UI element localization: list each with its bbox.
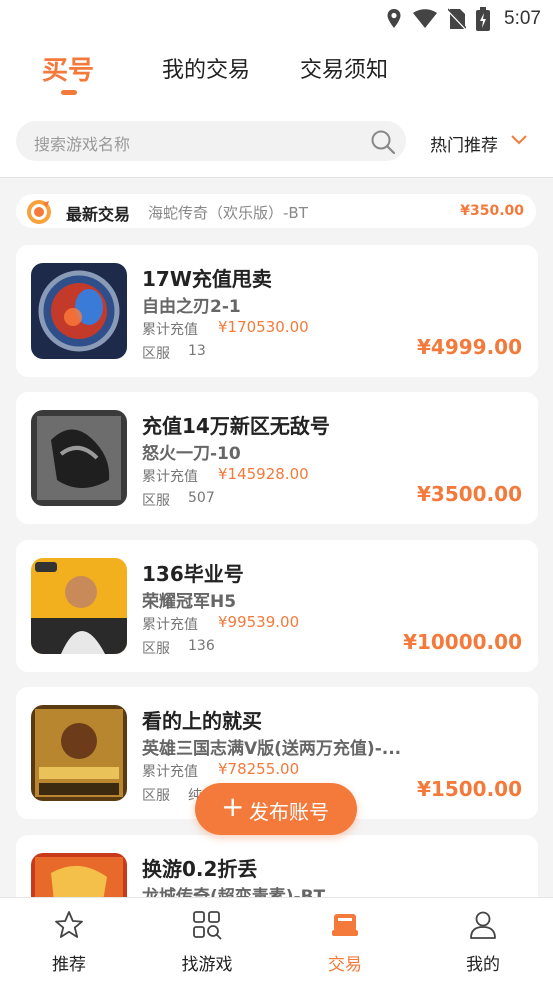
bottom-nav: 推荐 找游戏 交易 我的 [0,897,553,984]
listing-price: ¥4999.00 [416,335,522,359]
game-thumbnail [31,263,127,359]
status-icons: 5:07 [386,7,541,31]
charge-label: 累计充值 [142,764,198,780]
listing-card[interactable]: 17W充值甩卖 自由之刃2-1 累计充值 ¥170530.00 区服 13 ¥4… [16,245,538,377]
publish-account-button[interactable]: + 发布账号 [195,783,357,835]
nav-label: 推荐 [52,955,86,975]
search-icon[interactable] [370,129,396,155]
nav-label: 找游戏 [181,955,233,975]
latest-trade-ticker[interactable]: 最新交易 海蛇传奇（欢乐版）-BT ¥350.00 [16,194,536,228]
listing-card[interactable]: 136毕业号 荣耀冠军H5 累计充值 ¥99539.00 区服 136 ¥100… [16,540,538,672]
server-label: 区服 [142,788,170,804]
nav-label: 我的 [466,955,500,975]
plus-icon: + [221,790,245,823]
trade-icon [332,914,358,936]
listing-game: 自由之刃2-1 [142,297,241,317]
charge-amount: ¥145928.00 [218,465,309,483]
charge-label: 累计充值 [142,322,198,338]
listing-game: 荣耀冠军H5 [142,592,237,612]
header-divider [0,177,553,178]
search-input[interactable]: 搜索游戏名称 [34,131,130,155]
server-label: 区服 [142,346,170,362]
listing-title: 充值14万新区无敌号 [142,414,330,438]
charge-label: 累计充值 [142,469,198,485]
nav-item-mine[interactable]: 我的 [428,898,538,984]
chevron-down-icon[interactable] [510,134,528,146]
listing-card[interactable]: 充值14万新区无敌号 怒火一刀-10 累计充值 ¥145928.00 区服 50… [16,392,538,524]
listing-title: 看的上的就买 [142,709,262,733]
status-bar: 5:07 [0,0,553,38]
server-label: 区服 [142,641,170,657]
charge-label: 累计充值 [142,617,198,633]
game-thumbnail [31,705,127,801]
ticker-title: 最新交易 [66,205,131,224]
charge-amount: ¥99539.00 [218,613,300,631]
server-value: 507 [188,490,215,506]
battery-charging-icon [476,7,491,31]
charge-amount: ¥78255.00 [218,760,300,778]
listing-game: 英雄三国志满V版(送两万充值)-... [142,739,402,759]
tab-trade-notice[interactable]: 交易须知 [300,52,388,84]
listing-game: 怒火一刀-10 [142,444,241,464]
server-value: 13 [188,343,206,359]
server-label: 区服 [142,493,170,509]
latest-trade-icon [27,200,51,224]
search-bar[interactable]: 搜索游戏名称 [16,121,406,161]
listing-price: ¥1500.00 [416,777,522,801]
active-tab-indicator [61,90,77,95]
star-icon [55,911,83,938]
user-icon [470,911,496,939]
status-time: 5:07 [504,8,541,29]
listing-price: ¥10000.00 [403,630,522,654]
nav-item-recommend[interactable]: 推荐 [14,898,124,984]
charge-amount: ¥170530.00 [218,318,309,336]
game-thumbnail [31,558,127,654]
ticker-price: ¥350.00 [460,203,524,219]
header: 买号 我的交易 交易须知 搜索游戏名称 热门推荐 [0,38,553,178]
game-thumbnail [31,410,127,506]
tab-my-trades[interactable]: 我的交易 [162,52,250,84]
listing-price: ¥3500.00 [416,482,522,506]
server-value: 136 [188,638,215,654]
location-icon [387,9,401,28]
listing-title: 136毕业号 [142,562,244,586]
nav-label: 交易 [328,955,362,975]
listing-title: 换游0.2折丢 [142,857,258,881]
wifi-icon [413,9,438,28]
listing-title: 17W充值甩卖 [142,267,272,291]
publish-label: 发布账号 [249,800,329,824]
top-tabs: 买号 我的交易 交易须知 [0,38,553,108]
nav-item-find-game[interactable]: 找游戏 [152,898,262,984]
no-sim-icon [448,8,467,30]
grid-search-icon [193,911,222,940]
nav-item-trade[interactable]: 交易 [290,898,400,984]
tab-buy-account[interactable]: 买号 [42,50,94,87]
sort-dropdown[interactable]: 热门推荐 [430,131,498,156]
ticker-game: 海蛇传奇（欢乐版）-BT [148,204,308,222]
